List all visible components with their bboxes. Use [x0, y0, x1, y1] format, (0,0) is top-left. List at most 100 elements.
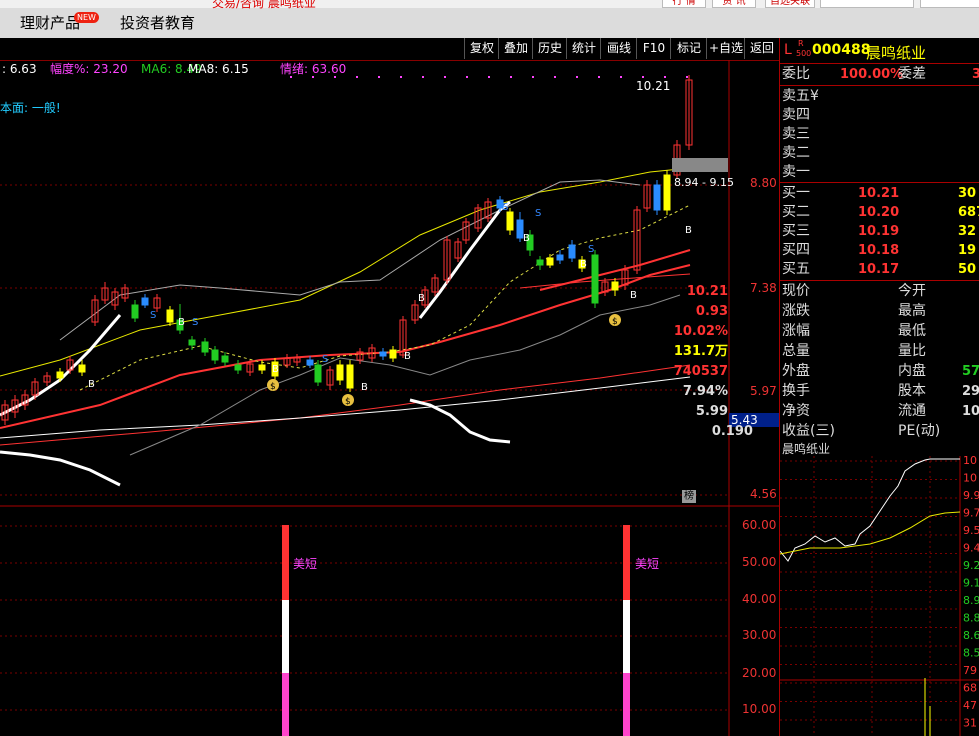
- ma-white-line: [0, 376, 691, 439]
- candle-body: [611, 281, 619, 291]
- money-bag-icon: $: [609, 314, 621, 327]
- mood-dot: [686, 76, 688, 78]
- buy-row[interactable]: 买三 10.19 32: [782, 222, 976, 241]
- buy-row[interactable]: 买二 10.20 687: [782, 203, 979, 222]
- high-price-label: 10.21: [636, 79, 671, 93]
- broker-tab[interactable]: [820, 0, 914, 8]
- draw-line-button[interactable]: 画线: [600, 38, 637, 59]
- buy-signal-mark: B: [580, 259, 587, 270]
- login-tab[interactable]: [920, 0, 979, 8]
- candle: [314, 360, 322, 386]
- mood-dot: [554, 76, 556, 78]
- news-tab[interactable]: 资 讯: [712, 0, 756, 8]
- mini-axis-label: 8.6: [963, 629, 979, 642]
- stat-row: 换手 7.94% 股本 29: [683, 382, 979, 401]
- mood-dot: [510, 76, 512, 78]
- stat-value-2: 10: [962, 404, 979, 419]
- back-button[interactable]: 返回: [744, 38, 779, 59]
- candle: [283, 354, 291, 368]
- candle: [431, 274, 439, 296]
- mood-dot: [356, 76, 358, 78]
- signal-label-1: 美短: [293, 557, 318, 571]
- buy-row[interactable]: 买五 10.17 50: [782, 260, 976, 279]
- buy-signal-mark: B: [404, 351, 411, 362]
- candle: [389, 346, 397, 362]
- stat-row: 净资 5.99 流通 10: [696, 402, 979, 421]
- signal-bar-white: [623, 600, 630, 673]
- lower-axis-50: 50.00: [742, 555, 777, 569]
- add-watchlist-button[interactable]: +自选: [706, 38, 745, 59]
- f10-button[interactable]: F10: [636, 38, 671, 59]
- stat-label-2: 内盘: [898, 363, 926, 379]
- signal-bar: [623, 525, 630, 736]
- range-highlight: [672, 158, 728, 172]
- mini-axis-label: 8.8: [963, 612, 979, 625]
- price-label-3: 5.97: [750, 384, 777, 398]
- signal-bar-pink: [623, 673, 630, 736]
- mood-dot: [400, 76, 402, 78]
- signal-bar-pink: [282, 673, 289, 736]
- signal-label-2: 美短: [635, 557, 660, 571]
- band-lower-line: [129, 294, 681, 456]
- candle: [166, 306, 174, 326]
- trend-white-segment: [418, 200, 511, 319]
- overlay-button[interactable]: 叠加: [498, 38, 533, 59]
- quote-tab[interactable]: 行 情: [662, 0, 706, 8]
- weicha-value: 3: [972, 67, 979, 82]
- restore-rights-button[interactable]: 复权: [464, 38, 499, 59]
- sell-3-row: 卖三: [782, 125, 810, 144]
- mood-dot: [422, 76, 424, 78]
- signal-bar-red: [623, 525, 630, 600]
- mood-dot: [488, 76, 490, 78]
- stat-label: 总量: [782, 343, 810, 359]
- buy-row[interactable]: 买一 10.21 30: [782, 184, 976, 203]
- sell-5-row: 卖五¥: [782, 87, 819, 106]
- candle: [536, 256, 544, 270]
- stat-value: 131.7万: [673, 344, 728, 359]
- buy-price: 10.21: [858, 186, 900, 201]
- candle-body: [56, 371, 64, 379]
- mini-axis-label: 9.7: [963, 507, 979, 520]
- buy-price: 10.20: [858, 205, 900, 220]
- buy-signal-mark: B: [178, 317, 185, 328]
- buy-label: 买三: [782, 223, 810, 239]
- candle: [653, 180, 661, 215]
- buy-signal-mark: B: [523, 233, 530, 244]
- weibi-label: 委比: [782, 66, 810, 82]
- price-label-2: 7.38: [750, 281, 777, 295]
- weibi-row: 委比 100.00% 委差 3: [782, 65, 979, 84]
- watchlist-link-tab[interactable]: 自选关联: [765, 0, 815, 8]
- signal-bar-white: [282, 600, 289, 673]
- candle: [111, 288, 119, 310]
- lower-axis-10: 10.00: [742, 702, 777, 716]
- money-bag-icon: $: [342, 394, 354, 407]
- mark-button[interactable]: 标记: [670, 38, 707, 59]
- trend-white-line: [0, 450, 121, 487]
- candle-body: [221, 355, 229, 363]
- mood-dot: [642, 76, 644, 78]
- intraday-mini-chart[interactable]: 10 10 9.9 9.7 9.5 9.4 9.2 9.1 8.9 8.8 8.6 8.5 79 68 47…: [780, 456, 979, 736]
- candle: [379, 348, 387, 360]
- candle: [546, 254, 554, 268]
- buy-row[interactable]: 买四 10.18 19: [782, 241, 976, 260]
- price-label-1: 8.80: [750, 176, 777, 190]
- sell-4-row: 卖四: [782, 106, 810, 125]
- candle-body: [653, 184, 661, 211]
- weicha-label: 委差: [898, 66, 926, 82]
- candle: [356, 348, 364, 364]
- nav-wealth-products[interactable]: 理财产品: [20, 8, 80, 38]
- history-button[interactable]: 历史: [532, 38, 567, 59]
- sell-2-row: 卖二: [782, 144, 810, 163]
- nav-investor-education[interactable]: 投资者教育: [120, 8, 195, 38]
- stock-header: L R 500 000488 晨鸣纸业: [780, 39, 979, 62]
- mini-axis-label: 8.5: [963, 647, 979, 660]
- mini-chart-title: 晨鸣纸业: [782, 442, 831, 456]
- candle-body: [506, 211, 514, 231]
- statistics-button[interactable]: 统计: [566, 38, 601, 59]
- candle: [141, 294, 149, 308]
- candle-body: [546, 257, 554, 266]
- indicator-prefix: : 6.63: [2, 62, 37, 76]
- candle: [221, 352, 229, 366]
- kline-chart[interactable]: BBBBBBBBBBSSSSSS$$$: [0, 60, 779, 736]
- candle-body: [556, 254, 564, 261]
